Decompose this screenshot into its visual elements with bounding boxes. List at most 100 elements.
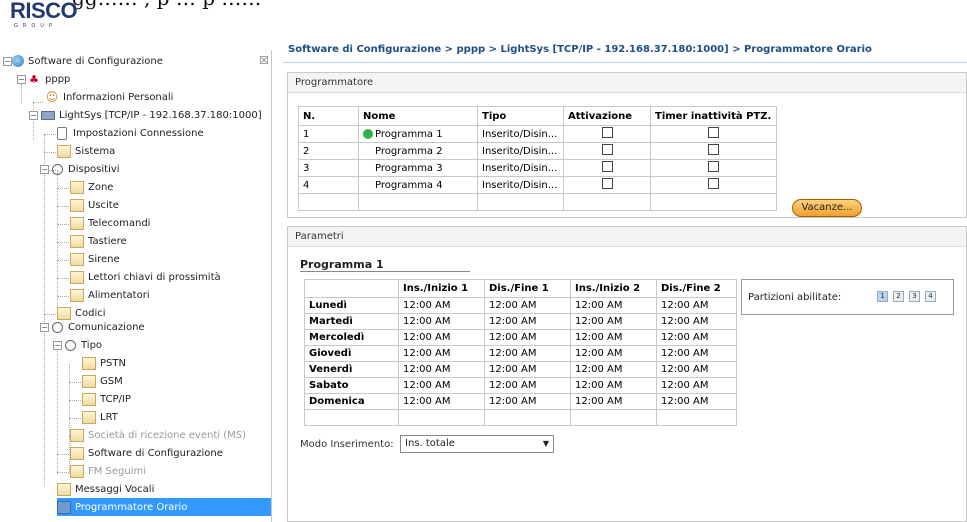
row-type: Inserito/Disin... bbox=[477, 125, 564, 143]
attivazione-checkbox[interactable] bbox=[601, 161, 613, 172]
time-cell[interactable]: 12:00 AM bbox=[398, 297, 485, 314]
time-cell[interactable]: 12:00 AM bbox=[656, 345, 737, 362]
folder-icon bbox=[70, 252, 84, 266]
row-name[interactable]: Programma 3 bbox=[358, 159, 478, 177]
collapse-toggle[interactable]: − bbox=[40, 323, 49, 332]
tree-item-uscite[interactable]: Uscite bbox=[70, 196, 119, 214]
collapse-toggle[interactable]: − bbox=[17, 75, 26, 84]
table-row[interactable]: 4 Programma 4 Inserito/Disin... bbox=[298, 176, 777, 194]
collapse-toggle[interactable]: − bbox=[40, 165, 49, 174]
tree-item-dispositivi[interactable]: Dispositivi bbox=[52, 160, 120, 178]
partition-1-button[interactable]: 1 bbox=[877, 291, 888, 302]
time-cell[interactable]: 12:00 AM bbox=[484, 297, 571, 314]
tree-item-fm-seguimi[interactable]: FM Seguimi bbox=[70, 462, 146, 480]
time-cell[interactable]: 12:00 AM bbox=[656, 361, 737, 378]
column-header: Dis./Fine 1 bbox=[484, 279, 571, 298]
tree-item-societa-ricezione-eventi[interactable]: Società di ricezione eventi (MS) bbox=[70, 426, 246, 444]
timer-cell bbox=[650, 125, 777, 143]
tree-item-software-configurazione-2[interactable]: Software di Configurazione bbox=[70, 444, 223, 462]
time-cell[interactable]: 12:00 AM bbox=[570, 297, 657, 314]
time-cell[interactable]: 12:00 AM bbox=[656, 313, 737, 330]
tree-item-lrt[interactable]: LRT bbox=[82, 408, 118, 426]
attivazione-checkbox[interactable] bbox=[601, 178, 613, 189]
partition-3-button[interactable]: 3 bbox=[909, 291, 920, 302]
tree-item-informazioni-personali[interactable]: ☺ Informazioni Personali bbox=[45, 88, 174, 106]
timer-ptz-checkbox[interactable] bbox=[708, 161, 719, 172]
time-cell[interactable]: 12:00 AM bbox=[484, 329, 571, 346]
attivazione-checkbox[interactable] bbox=[601, 144, 613, 155]
tree-item-label: Programmatore Orario bbox=[75, 501, 188, 513]
time-cell[interactable]: 12:00 AM bbox=[656, 329, 737, 346]
time-cell[interactable]: 12:00 AM bbox=[656, 393, 737, 410]
tree-item-tastiere[interactable]: Tastiere bbox=[70, 232, 127, 250]
vacanze-button[interactable]: Vacanze... bbox=[792, 199, 862, 217]
tree-item-lettori-chiavi[interactable]: Lettori chiavi di prossimità bbox=[70, 268, 221, 286]
time-cell[interactable]: 12:00 AM bbox=[398, 393, 485, 410]
attivazione-checkbox[interactable] bbox=[601, 127, 613, 138]
timer-ptz-checkbox[interactable] bbox=[708, 178, 719, 189]
folder-icon bbox=[70, 288, 84, 302]
tree-item-label: Software di Configurazione bbox=[28, 55, 163, 67]
tree-item-zone[interactable]: Zone bbox=[70, 178, 113, 196]
time-cell[interactable]: 12:00 AM bbox=[570, 361, 657, 378]
collapse-toggle[interactable]: − bbox=[3, 57, 12, 66]
tree-item-label: LightSys [TCP/IP - 192.168.37.180:1000] bbox=[59, 109, 262, 121]
tree-line bbox=[69, 382, 81, 383]
time-cell[interactable]: 12:00 AM bbox=[656, 297, 737, 314]
tree-item-telecomandi[interactable]: Telecomandi bbox=[70, 214, 150, 232]
time-cell[interactable]: 12:00 AM bbox=[570, 313, 657, 330]
day-label: Sabato bbox=[304, 377, 399, 394]
collapse-toggle[interactable]: − bbox=[29, 111, 38, 120]
tree-item-comunicazione[interactable]: Comunicazione bbox=[52, 318, 145, 336]
time-cell[interactable]: 12:00 AM bbox=[398, 377, 485, 394]
timer-cell bbox=[650, 159, 777, 177]
sidebar-close-icon[interactable]: ☒ bbox=[259, 54, 269, 67]
folder-icon bbox=[57, 144, 71, 158]
tree-item-alimentatori[interactable]: Alimentatori bbox=[70, 286, 150, 304]
time-cell[interactable]: 12:00 AM bbox=[398, 345, 485, 362]
timer-ptz-checkbox[interactable] bbox=[708, 127, 719, 138]
timer-cell bbox=[650, 176, 777, 194]
partition-2-button[interactable]: 2 bbox=[893, 291, 904, 302]
row-name[interactable]: Programma 2 bbox=[358, 142, 478, 160]
time-cell[interactable]: 12:00 AM bbox=[656, 377, 737, 394]
modo-inserimento-label: Modo Inserimento: bbox=[300, 439, 394, 450]
gear-icon bbox=[52, 163, 63, 175]
modo-inserimento-select[interactable]: Ins. totale ▼ bbox=[400, 435, 554, 453]
time-cell[interactable]: 12:00 AM bbox=[484, 393, 571, 410]
collapse-toggle[interactable]: − bbox=[53, 341, 62, 350]
time-cell[interactable]: 12:00 AM bbox=[398, 361, 485, 378]
tree-item-label: Impostazioni Connessione bbox=[73, 127, 204, 139]
time-cell[interactable]: 12:00 AM bbox=[570, 393, 657, 410]
time-cell[interactable]: 12:00 AM bbox=[484, 377, 571, 394]
tree-item-pstn[interactable]: PSTN bbox=[82, 354, 126, 372]
tree-item-sistema[interactable]: Sistema bbox=[57, 142, 115, 160]
time-cell[interactable]: 12:00 AM bbox=[398, 329, 485, 346]
row-name[interactable]: Programma 4 bbox=[358, 176, 478, 194]
tree-item-tipo[interactable]: Tipo bbox=[65, 336, 102, 354]
tree-item-programmatore-orario[interactable]: Programmatore Orario bbox=[57, 498, 271, 516]
time-cell[interactable]: 12:00 AM bbox=[570, 345, 657, 362]
tree-item-tcpip[interactable]: TCP/IP bbox=[82, 390, 131, 408]
time-cell[interactable]: 12:00 AM bbox=[570, 377, 657, 394]
tree-item-sirene[interactable]: Sirene bbox=[70, 250, 120, 268]
tree-item-pppp[interactable]: ♣ pppp bbox=[27, 70, 70, 88]
table-row[interactable]: 3 Programma 3 Inserito/Disin... bbox=[298, 159, 777, 177]
tree-item-impostazioni-connessione[interactable]: Impostazioni Connessione bbox=[57, 124, 204, 142]
table-row[interactable]: 2 Programma 2 Inserito/Disin... bbox=[298, 142, 777, 160]
row-name-cell[interactable]: Programma 1 bbox=[358, 125, 478, 143]
tree-item-software-configurazione[interactable]: Software di Configurazione bbox=[12, 52, 163, 70]
time-cell[interactable]: 12:00 AM bbox=[398, 313, 485, 330]
partition-4-button[interactable]: 4 bbox=[925, 291, 936, 302]
time-cell[interactable]: 12:00 AM bbox=[484, 361, 571, 378]
tree-item-gsm[interactable]: GSM bbox=[82, 372, 123, 390]
timer-ptz-checkbox[interactable] bbox=[708, 144, 719, 155]
table-row[interactable]: 1 Programma 1 Inserito/Disin... bbox=[298, 125, 777, 143]
tree-line bbox=[57, 472, 69, 473]
tree-item-lightsys[interactable]: LightSys [TCP/IP - 192.168.37.180:1000] bbox=[41, 106, 262, 124]
time-cell[interactable]: 12:00 AM bbox=[484, 345, 571, 362]
time-cell[interactable]: 12:00 AM bbox=[484, 313, 571, 330]
tree-item-messaggi-vocali[interactable]: Messaggi Vocali bbox=[57, 480, 154, 498]
time-cell[interactable]: 12:00 AM bbox=[570, 329, 657, 346]
column-header: N. bbox=[298, 106, 359, 126]
